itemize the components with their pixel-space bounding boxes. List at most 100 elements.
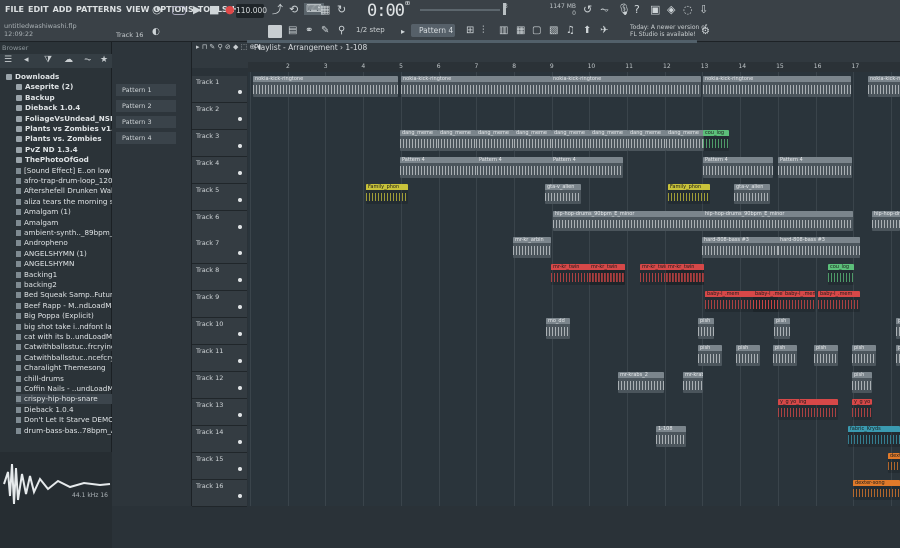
pattern-selector[interactable]: Pattern 4	[411, 24, 455, 37]
plugin-picker-icon[interactable]: ♫	[566, 25, 575, 37]
menu-view[interactable]: VIEW	[125, 5, 150, 14]
pattern-song-toggle[interactable]	[172, 6, 186, 15]
piano-roll-icon[interactable]: ▤	[288, 25, 297, 37]
menu-patterns[interactable]: PATTERNS	[75, 5, 123, 14]
pattern-item-1[interactable]: Pattern 1	[116, 84, 176, 96]
playlist-clip[interactable]: Family_phon	[668, 183, 710, 205]
track-enable-toggle[interactable]	[238, 439, 242, 444]
playlist-clip[interactable]: dang_meme	[400, 129, 438, 151]
browser-folder[interactable]: Dieback 1.0.4	[16, 103, 112, 113]
tool-brush-icon[interactable]: ⚲	[338, 25, 345, 37]
playlist-clip[interactable]: nokia-kick-ringtone	[401, 76, 551, 97]
browser-file[interactable]: afro-trap-drum-loop_120bpm	[16, 176, 112, 186]
browser-folder[interactable]: FoliageVsUndead_NSE	[16, 114, 112, 124]
playlist-clip[interactable]: pish	[736, 345, 760, 366]
tempo-display[interactable]: 110.000	[236, 4, 267, 18]
browser-file[interactable]: Beef Rapp - M..ndLoadMate.com	[16, 301, 112, 311]
browser-file[interactable]: drum-bass-bas..78bpm_A_minor	[16, 426, 112, 436]
playlist-menu-icon[interactable]: ▸ ⊓ ✎ ⚲ ⊘ ◆ ⬚ ⊕ ◖	[196, 43, 261, 51]
playlist-clip[interactable]: dang_meme	[590, 129, 628, 151]
playlist-clip[interactable]: mr-krabs_2	[683, 371, 703, 393]
browser-filter-icon[interactable]: ⧩	[44, 55, 52, 65]
pattern-item-3[interactable]: Pattern 3	[116, 116, 176, 128]
browser-folder[interactable]: Plants vs Zombies v1.0.0.1051	[16, 124, 112, 134]
playlist-clip[interactable]: pish	[773, 345, 797, 366]
project-info-icon[interactable]: ✈	[600, 25, 608, 37]
loop-icon[interactable]: ⟲	[289, 4, 298, 16]
playlist-clip[interactable]: y_g yo_lng	[778, 398, 838, 420]
browser-file[interactable]: Amalgam (1)	[16, 207, 112, 217]
playlist-clip[interactable]: dexter-song	[888, 452, 900, 474]
browser-icon[interactable]: ▢	[532, 25, 541, 37]
playlist-clip[interactable]: 1-108	[656, 425, 686, 447]
track-enable-toggle[interactable]	[238, 412, 242, 417]
playlist-clip[interactable]: gta-v_alien	[545, 183, 581, 205]
playlist-clip[interactable]: y_g yo_lng	[852, 398, 872, 420]
track-enable-toggle[interactable]	[238, 143, 242, 148]
playlist-clip[interactable]: Pattern 4	[778, 156, 852, 178]
mixer-icon[interactable]: ⫶	[482, 25, 485, 37]
playlist-clip[interactable]: nokia-kick-ringtone	[868, 76, 900, 97]
browser-file[interactable]: Catwithballsstuc..ncefcryingbaby	[16, 353, 112, 363]
browser-folder[interactable]: PvZ ND 1.3.4	[16, 145, 112, 155]
playlist-clip[interactable]: baby-l_.mem	[818, 291, 860, 313]
playlist-clip[interactable]: dang_meme	[438, 129, 476, 151]
track-enable-toggle[interactable]	[238, 90, 242, 94]
track-header[interactable]: Track 5	[192, 183, 247, 211]
browser-file[interactable]: Amalgam	[16, 218, 112, 228]
playlist-clip[interactable]: cou_log	[828, 264, 854, 286]
playlist-clip[interactable]: hard-808-bass #3	[778, 237, 860, 259]
browser-folder[interactable]: Backup	[16, 93, 112, 103]
browser-file[interactable]: Andropheno	[16, 238, 112, 248]
pattern-prev-icon[interactable]: ▸	[401, 26, 405, 38]
playlist-clip[interactable]: pish	[814, 345, 838, 366]
record-icon[interactable]: ●	[225, 4, 235, 16]
playlist-view-icon[interactable]	[268, 25, 282, 38]
browser-file[interactable]: aliza tears the morning star	[16, 197, 112, 207]
playlist-clip[interactable]: Pattern 4	[400, 156, 480, 178]
track-header[interactable]: Track 9	[192, 291, 247, 319]
playlist-clip[interactable]: baby-l_.mem	[753, 291, 783, 313]
browser-file[interactable]: crispy-hip-hop-snare	[16, 394, 112, 405]
track-enable-toggle[interactable]	[238, 332, 242, 337]
channel-rack-icon[interactable]: ▥	[499, 25, 508, 37]
browser-folder[interactable]: Downloads	[6, 72, 112, 82]
step-edit-icon[interactable]: ▦	[320, 4, 330, 16]
track-enable-toggle[interactable]	[238, 359, 242, 363]
playlist-clip[interactable]: Pattern 4	[477, 156, 553, 178]
browser-cloud-icon[interactable]: ☁	[64, 55, 73, 65]
track-enable-toggle[interactable]	[238, 170, 242, 175]
playlist-grid[interactable]: nokia-kick-ringtone nokia-kick-ringtone no…	[248, 72, 900, 506]
export-icon[interactable]: ⇩	[699, 4, 708, 16]
stop-icon[interactable]: ■	[209, 4, 219, 16]
metronome-icon[interactable]: ◔	[152, 4, 162, 16]
track-enable-toggle[interactable]	[238, 305, 242, 310]
browser-file[interactable]: ANGELSHYMN	[16, 259, 112, 269]
playlist-clip[interactable]: pish	[698, 345, 722, 366]
browser-star-icon[interactable]: ★	[100, 55, 108, 65]
plugin-database-icon[interactable]: ▧	[549, 25, 558, 37]
menu-add[interactable]: ADD	[52, 5, 73, 14]
playlist-clip[interactable]: dang_meme	[476, 129, 514, 151]
track-enable-toggle[interactable]	[238, 385, 242, 390]
track-enable-toggle[interactable]	[238, 278, 242, 283]
track-enable-toggle[interactable]	[238, 466, 242, 471]
playlist-clip[interactable]: cou_log	[703, 129, 729, 151]
browser-menu-icon[interactable]: ☰	[4, 55, 12, 65]
playlist-clip[interactable]: Pattern 4	[703, 156, 773, 178]
playlist-clip[interactable]: pish	[698, 318, 714, 339]
track-header[interactable]: Track 13	[192, 398, 247, 426]
playlist-clip[interactable]: pish	[774, 318, 790, 339]
playlist-clip[interactable]: dang_meme	[666, 129, 704, 151]
tool-link-icon[interactable]: ⚭	[305, 25, 313, 37]
countdown-icon[interactable]: ↻	[337, 4, 346, 16]
playlist-clip[interactable]: pish	[896, 318, 900, 339]
browser-folder[interactable]: Aseprite (2)	[16, 82, 112, 92]
playlist-clip[interactable]: Family_phon	[366, 183, 408, 205]
save-icon[interactable]: ▣	[650, 4, 660, 16]
playlist-clip[interactable]: dang_meme	[628, 129, 666, 151]
add-pattern-icon[interactable]: ⊞	[466, 25, 474, 37]
playlist-clip[interactable]: mr-kr_arbin	[513, 237, 551, 259]
track-header[interactable]: Track 4	[192, 156, 247, 184]
chat-icon[interactable]: ◌	[683, 4, 693, 16]
